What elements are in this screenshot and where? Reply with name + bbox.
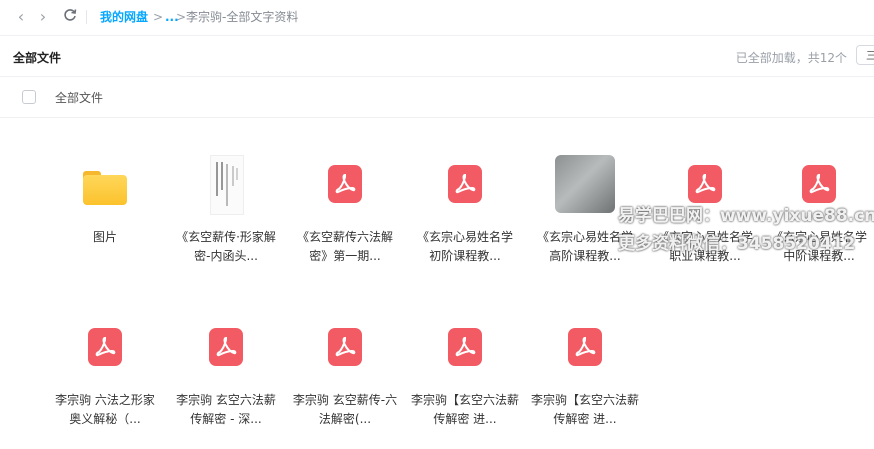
file-name: 《玄宗心易姓名学 初阶课程教... [416, 230, 513, 263]
image-thumbnail-icon [555, 155, 615, 213]
breadcrumb-separator: > [153, 10, 164, 24]
view-toggle-button[interactable]: 三 [856, 45, 874, 65]
file-name: 《玄空薪传·形家解密-内函头... [176, 230, 276, 263]
file-name: 李宗驹 六法之形家奥义解秘（... [55, 393, 155, 426]
file-item[interactable]: 《玄空薪传六法解密》第一期... [290, 160, 400, 280]
folder-icon [81, 160, 129, 208]
file-name: 李宗驹 玄空薪传-六法解密(... [292, 393, 398, 426]
pdf-icon [441, 160, 489, 208]
pdf-icon [202, 323, 250, 371]
file-item[interactable]: 李宗驹 玄空薪传-六法解密(... [290, 323, 400, 443]
nav-divider [86, 10, 87, 24]
watermark-line: 更多资料微信：3458520412 [618, 234, 856, 254]
load-status: 已全部加载，共12个 [735, 51, 847, 65]
document-thumbnail-icon [202, 155, 250, 215]
file-name: 李宗驹【玄空六法薪传解密 进... [530, 393, 639, 426]
select-all-row: 全部文件 [0, 77, 874, 118]
breadcrumb-root[interactable]: 我的网盘 [100, 9, 148, 25]
refresh-icon[interactable] [61, 8, 79, 26]
top-nav-bar: ‹ › 我的网盘 > ... > 李宗驹-全部文字资料 [0, 0, 874, 36]
page-title: 全部文件 [13, 51, 62, 65]
forward-chevron-icon[interactable]: › [34, 8, 52, 26]
file-name: 《玄空薪传六法解密》第一期... [296, 230, 393, 263]
watermark-line: 易学巴巴网：www.yixue88.cn [618, 206, 874, 226]
file-item[interactable]: 《玄空薪传·形家解密-内函头... [171, 155, 281, 280]
file-name: 李宗驹【玄空六法薪传解密 进... [410, 393, 519, 426]
file-item[interactable]: 《玄宗心易姓名学 初阶课程教... [410, 160, 520, 280]
file-item[interactable]: 李宗驹 玄空六法薪传解密 - 深... [171, 323, 281, 443]
pdf-icon [561, 323, 609, 371]
pdf-icon [81, 323, 129, 371]
file-item[interactable]: 李宗驹【玄空六法薪传解密 进... [530, 323, 640, 443]
file-item[interactable]: 李宗驹 六法之形家奥义解秘（... [50, 323, 160, 443]
file-name: 图片 [92, 230, 117, 244]
file-name: 李宗驹 玄空六法薪传解密 - 深... [176, 393, 276, 426]
breadcrumb-current: 李宗驹-全部文字资料 [186, 10, 299, 24]
select-all-checkbox[interactable] [22, 90, 36, 104]
file-list-header: 全部文件 已全部加载，共12个 三 [0, 36, 874, 77]
pdf-icon [321, 323, 369, 371]
file-item[interactable]: 李宗驹【玄空六法薪传解密 进... [410, 323, 520, 443]
back-chevron-icon[interactable]: ‹ [12, 8, 30, 26]
pdf-icon [441, 323, 489, 371]
folder-item[interactable]: 图片 [50, 160, 160, 280]
pdf-icon [321, 160, 369, 208]
breadcrumb-separator: > [176, 10, 187, 24]
select-all-label: 全部文件 [55, 91, 104, 105]
